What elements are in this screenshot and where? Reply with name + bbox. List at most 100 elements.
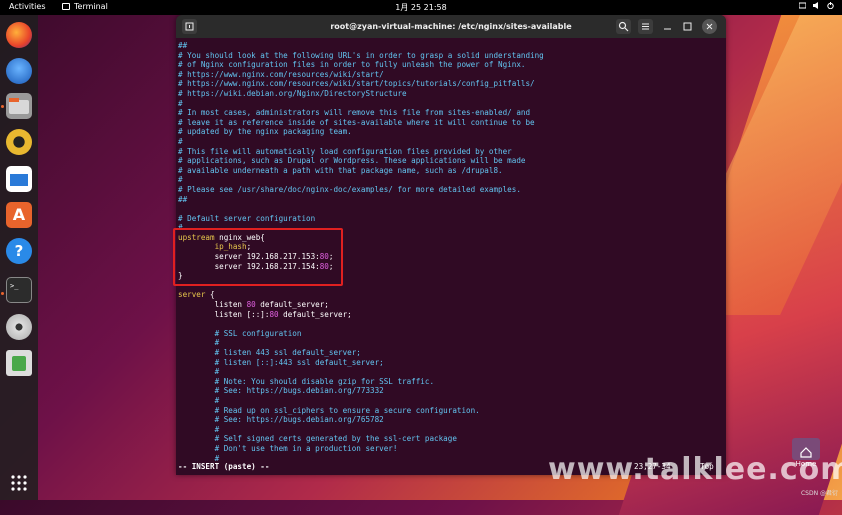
code-line: ## [178,195,718,205]
code-line: # Read up on ssl_ciphers to ensure a sec… [178,406,718,416]
code-line: # applications, such as Drupal or Wordpr… [178,156,718,166]
code-token: # leave it as reference inside of sites-… [178,117,535,127]
firefox-icon[interactable] [6,22,32,48]
rhythmbox-icon[interactable] [6,129,32,155]
code-token: # In most cases, administrators will rem… [178,108,531,118]
disc-icon[interactable] [6,314,32,340]
code-line: ## [178,41,718,51]
clock[interactable]: 1月 25 21:58 [0,2,842,13]
code-line: # [178,99,718,109]
code-token: # listen [::]:443 ssl default_server; [214,357,384,367]
top-bar: Activities Terminal 1月 25 21:58 [0,0,842,15]
code-token: 80 [269,309,279,319]
code-line: # https://wiki.debian.org/Nginx/Director… [178,89,718,99]
code-token: # applications, such as Drupal or Wordpr… [178,156,526,166]
code-token: 80 [246,300,256,310]
code-token: # listen 443 ssl default_server; [214,348,361,357]
code-token: # [214,424,220,434]
code-line: # [178,338,718,348]
code-line: # Self signed certs generated by the ssl… [178,434,718,444]
code-line: # leave it as reference inside of sites-… [178,118,718,128]
terminal-icon[interactable]: >_ [6,277,32,303]
code-token: # See: https://bugs.debian.org/765782 [214,415,384,425]
code-token: listen [::]: [178,309,270,319]
code-token: # available underneath a path with that … [178,165,503,175]
code-token: server [178,290,206,300]
code-line: # listen 443 ssl default_server; [178,348,718,358]
code-line: # You should look at the following URL's… [178,51,718,61]
search-button[interactable] [616,19,631,34]
running-indicator [1,105,4,108]
writer-icon[interactable] [6,166,32,192]
code-token: # updated by the nginx packaging team. [178,127,352,137]
dock: A ? >_ [0,15,38,500]
minimize-button[interactable] [660,19,675,34]
code-token: # [178,136,183,146]
code-line: # Note: You should disable gzip for SSL … [178,377,718,387]
watermark: www.talklee.com [548,452,842,487]
code-token: # https://www.nginx.com/resources/wiki/s… [178,79,535,89]
system-tray[interactable] [798,2,834,10]
code-token: # [178,175,183,185]
code-token: # [178,98,183,108]
menu-button[interactable] [638,19,653,34]
thunderbird-icon[interactable] [6,58,32,84]
software-icon[interactable]: A [6,202,32,228]
code-token: # You should look at the following URL's… [178,50,544,60]
code-line: # [178,396,718,406]
help-icon[interactable]: ? [6,238,32,264]
code-token: { [205,290,215,300]
trash-icon[interactable] [6,350,32,376]
code-token: # https://www.nginx.com/resources/wiki/s… [178,69,384,79]
code-line: # of Nginx configuration files in order … [178,60,718,70]
terminal-header: root@zyan-virtual-machine: /etc/nginx/si… [176,15,726,38]
code-token: default_server; [255,300,329,310]
code-line: listen [::]:80 default_server; [178,310,718,320]
code-token: # https://wiki.debian.org/Nginx/Director… [178,88,407,98]
maximize-button[interactable] [680,19,695,34]
code-token: # Please see /usr/share/doc/nginx-doc/ex… [178,184,521,194]
code-token: # Default server configuration [178,213,316,223]
code-token: default_server; [278,309,352,319]
network-icon [798,2,807,9]
close-button[interactable] [702,19,717,34]
code-line: # https://www.nginx.com/resources/wiki/s… [178,79,718,89]
code-token: # Read up on ssl_ciphers to ensure a sec… [214,405,480,415]
files-icon[interactable] [6,93,32,119]
code-line: # [178,425,718,435]
power-icon [827,2,834,10]
code-line: # Please see /usr/share/doc/nginx-doc/ex… [178,185,718,195]
apps-grid-icon[interactable] [6,470,32,496]
code-line: # listen [::]:443 ssl default_server; [178,358,718,368]
code-line: # https://www.nginx.com/resources/wiki/s… [178,70,718,80]
code-line: # [178,175,718,185]
code-token: # [214,395,220,405]
code-line: server { [178,290,718,300]
code-token: # This file will automatically load conf… [178,146,512,156]
code-line: # Default server configuration [178,214,718,224]
code-token: # SSL configuration [214,328,302,338]
code-line: # SSL configuration [178,329,718,339]
code-token: ## [178,41,188,50]
code-line: # See: https://bugs.debian.org/773332 [178,386,718,396]
code-token: # Self signed certs generated by the ssl… [214,434,457,444]
code-token: # Don't use them in a production server! [214,443,398,453]
code-line: # See: https://bugs.debian.org/765782 [178,415,718,425]
code-token: # [214,338,220,348]
code-token: listen [178,300,247,310]
